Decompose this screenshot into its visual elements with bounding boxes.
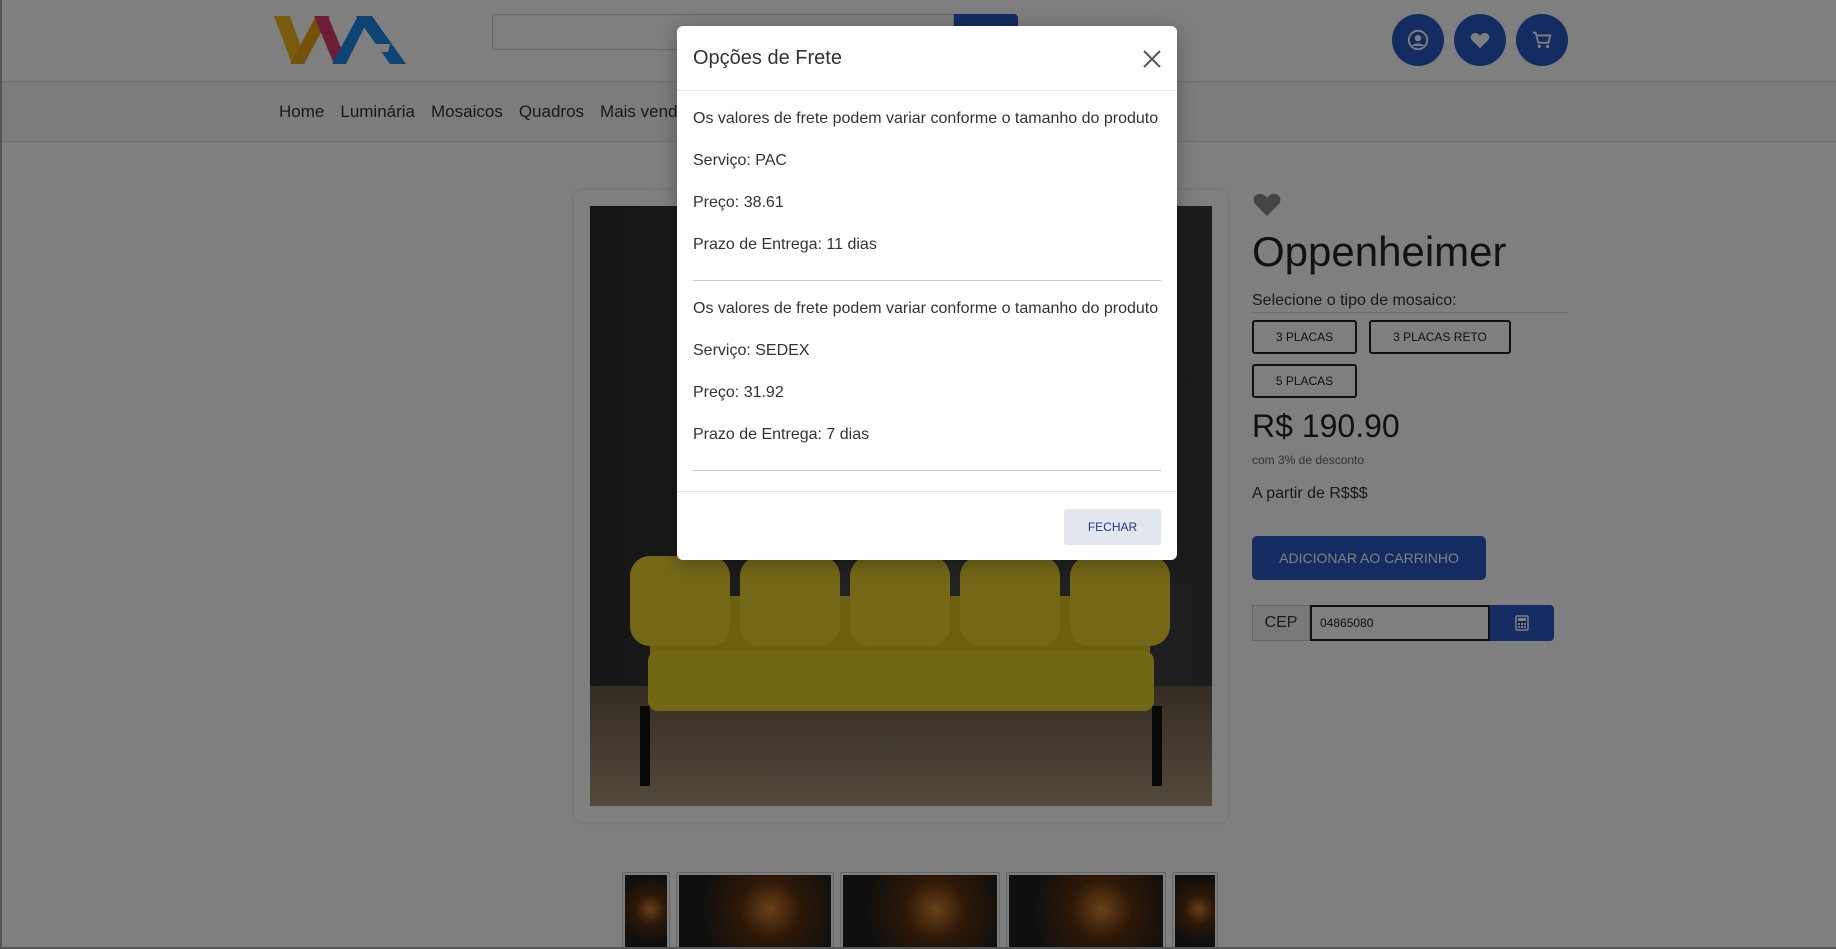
shipping-option: Os valores de frete podem variar conform… <box>693 91 1161 281</box>
modal-body: Os valores de frete podem variar conform… <box>693 91 1161 471</box>
close-icon[interactable] <box>1141 48 1163 70</box>
shipping-deadline: Prazo de Entrega: 7 dias <box>693 426 870 443</box>
shipping-service: Serviço: PAC <box>693 152 787 169</box>
shipping-note: Os valores de frete podem variar conform… <box>693 300 1159 317</box>
modal-header: Opções de Frete <box>677 26 1177 91</box>
shipping-options-modal: Opções de Frete Os valores de frete pode… <box>677 26 1177 560</box>
shipping-price: Preço: 31.92 <box>693 384 784 401</box>
shipping-deadline: Prazo de Entrega: 11 dias <box>693 236 877 253</box>
shipping-price: Preço: 38.61 <box>693 194 784 211</box>
modal-title: Opções de Frete <box>693 47 842 69</box>
shipping-service: Serviço: SEDEX <box>693 342 810 359</box>
page: Home Luminária Mosaicos Quadros Mais ven… <box>0 0 1836 949</box>
close-button[interactable]: FECHAR <box>1064 509 1161 545</box>
modal-footer: FECHAR <box>677 491 1177 560</box>
shipping-option: Os valores de frete podem variar conform… <box>693 281 1161 471</box>
shipping-note: Os valores de frete podem variar conform… <box>693 110 1159 127</box>
